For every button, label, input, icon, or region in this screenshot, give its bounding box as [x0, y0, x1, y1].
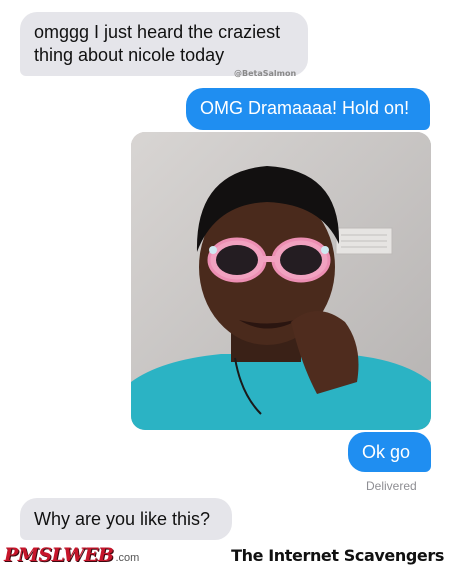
outgoing-message-2[interactable]: Ok go: [348, 432, 431, 472]
incoming-message-1[interactable]: omggg I just heard the craziest thing ab…: [20, 12, 308, 76]
footer-credit: The Internet Scavengers: [231, 546, 444, 565]
message-text: OMG Dramaaaa! Hold on!: [200, 98, 410, 118]
selfie-photo-icon: [131, 132, 431, 430]
message-text: omggg I just heard the craziest thing ab…: [34, 22, 281, 65]
watermark-credit: @BetaSalmon: [234, 69, 297, 78]
message-text: Why are you like this?: [34, 509, 211, 529]
footer-watermark-logo: PMSLWEB .com: [4, 544, 139, 570]
delivery-status: Delivered: [366, 479, 417, 493]
logo-tld: .com: [115, 552, 140, 564]
message-text: Ok go: [362, 442, 411, 462]
logo-text: PMSLWEB: [4, 544, 114, 566]
outgoing-message-1[interactable]: OMG Dramaaaa! Hold on!: [186, 88, 430, 130]
photo-message[interactable]: [131, 132, 431, 430]
incoming-message-2[interactable]: Why are you like this?: [20, 498, 232, 540]
